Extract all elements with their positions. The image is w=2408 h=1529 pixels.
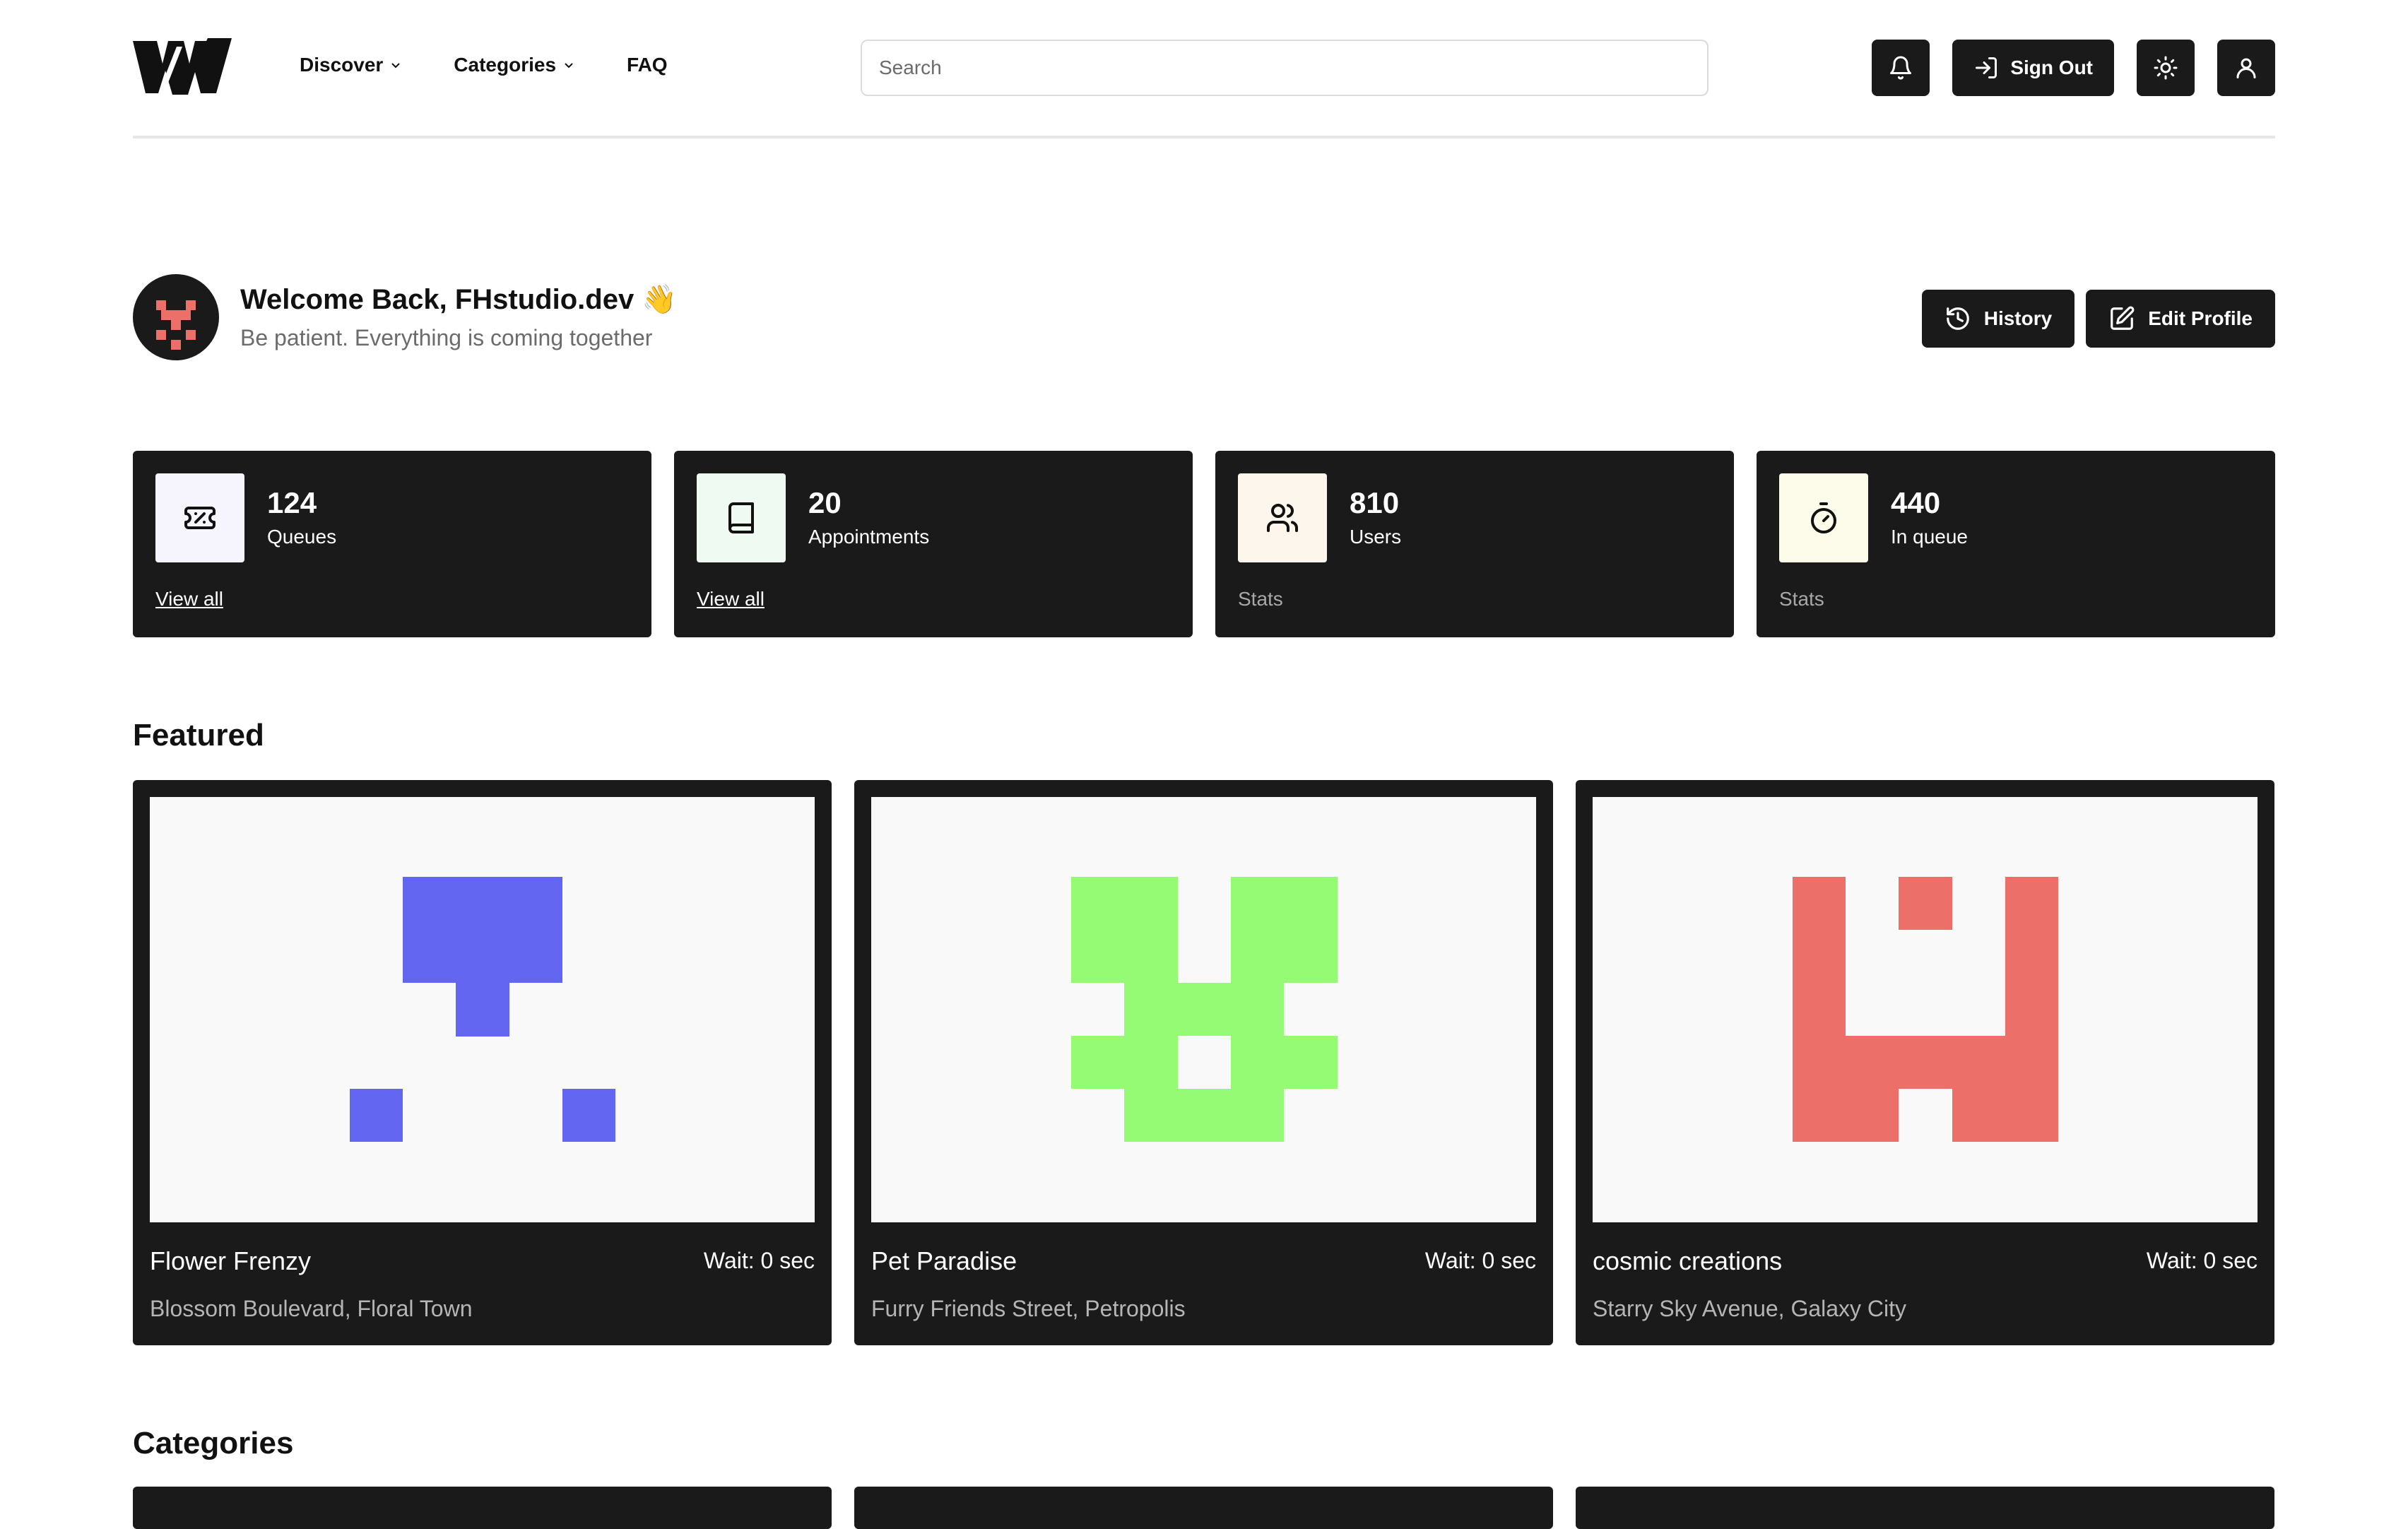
stat-value: 810 (1350, 486, 1400, 519)
stat-value: 20 (808, 486, 842, 519)
stat-icon-box (1238, 473, 1327, 562)
log-in-icon (1976, 57, 1997, 78)
pixel-art-icon (1793, 877, 2058, 1142)
card-address: Furry Friends Street, Petropolis (871, 1296, 1186, 1321)
profile-button[interactable] (2217, 40, 2275, 96)
featured-heading: Featured (133, 718, 264, 752)
nav-faq-label: FAQ (627, 54, 668, 76)
pixel-art-icon (1071, 877, 1338, 1142)
stats-row: 124 Queues View all 20 Appointments View… (133, 451, 2275, 637)
stat-card-queues: 124 Queues View all (133, 451, 651, 637)
pixel-art-icon (350, 877, 615, 1142)
featured-grid: Flower Frenzy Wait: 0 sec Blossom Boulev… (133, 780, 2275, 1345)
theme-toggle-button[interactable] (2137, 40, 2195, 96)
stat-label: Appointments (808, 526, 930, 548)
ticket-icon (184, 507, 216, 529)
featured-card[interactable]: Flower Frenzy Wait: 0 sec Blossom Boulev… (133, 780, 832, 1345)
card-title: Pet Paradise (871, 1246, 1017, 1275)
stat-icon-box (697, 473, 786, 562)
card-wait: Wait: 0 sec (1424, 1248, 1536, 1273)
top-header: Discover Categories FAQ Sig (133, 0, 2275, 138)
view-all-link[interactable]: View all (697, 588, 765, 610)
edit-profile-label: Edit Profile (2148, 307, 2253, 329)
card-title: cosmic creations (1593, 1246, 1783, 1275)
featured-card[interactable]: Pet Paradise Wait: 0 sec Furry Friends S… (854, 780, 1553, 1345)
edit-profile-button[interactable]: Edit Profile (2086, 290, 2275, 348)
welcome-title: Welcome Back, FHstudio.dev 👋 (240, 284, 678, 315)
featured-card[interactable]: cosmic creations Wait: 0 sec Starry Sky … (1576, 780, 2274, 1345)
chevron-down-icon (391, 63, 401, 69)
user-icon (2236, 58, 2256, 78)
card-title: Flower Frenzy (150, 1246, 312, 1275)
stat-footer: Stats (1779, 588, 1824, 610)
stat-value: 124 (267, 486, 317, 519)
card-wait: Wait: 0 sec (2146, 1248, 2258, 1273)
book-icon (728, 502, 754, 533)
avatar[interactable] (133, 274, 219, 360)
stat-card-appointments: 20 Appointments View all (674, 451, 1193, 637)
category-card[interactable] (133, 1487, 832, 1529)
welcome-subtitle: Be patient. Everything is coming togethe… (240, 325, 653, 350)
view-all-link[interactable]: View all (155, 588, 223, 610)
history-button[interactable]: History (1921, 290, 2075, 348)
search-input[interactable] (861, 40, 1708, 96)
stat-label: In queue (1891, 526, 1968, 548)
stat-label: Users (1350, 526, 1402, 548)
nav-categories[interactable]: Categories (454, 54, 574, 76)
bell-icon (1890, 56, 1912, 80)
stat-icon-box (155, 473, 244, 562)
header-actions: Sign Out (1872, 40, 2275, 96)
sign-out-label: Sign Out (2010, 57, 2093, 78)
chevron-down-icon (565, 63, 573, 69)
categories-grid (133, 1487, 2275, 1529)
categories-heading: Categories (133, 1426, 294, 1460)
history-icon (1946, 307, 1969, 330)
card-address: Starry Sky Avenue, Galaxy City (1593, 1296, 1907, 1321)
nav-discover-label: Discover (300, 54, 384, 76)
users-icon (1267, 504, 1298, 532)
main-nav: Discover Categories FAQ (300, 54, 668, 76)
welcome-actions: History Edit Profile (1921, 290, 2275, 348)
welcome-section: Welcome Back, FHstudio.dev 👋 Be patient.… (133, 274, 2275, 363)
card-image (150, 797, 815, 1222)
timer-icon (1811, 502, 1836, 533)
stat-label: Queues (267, 526, 337, 548)
history-label: History (1983, 307, 2053, 329)
sun-icon (2154, 56, 2178, 80)
card-image (871, 797, 1536, 1222)
edit-icon (2111, 306, 2135, 330)
stat-value: 440 (1891, 486, 1941, 519)
category-card[interactable] (854, 1487, 1553, 1529)
nav-categories-label: Categories (454, 54, 557, 76)
card-image (1593, 797, 2258, 1222)
card-address: Blossom Boulevard, Floral Town (150, 1296, 473, 1321)
avatar-pattern-icon (156, 300, 196, 350)
w-logo[interactable] (133, 37, 232, 96)
stat-icon-box (1779, 473, 1868, 562)
card-wait: Wait: 0 sec (703, 1248, 815, 1273)
category-card[interactable] (1576, 1487, 2274, 1529)
nav-faq[interactable]: FAQ (627, 54, 668, 76)
stat-card-users: 810 Users Stats (1215, 451, 1734, 637)
stat-card-in-queue: 440 In queue Stats (1757, 451, 2275, 637)
stat-footer: Stats (1238, 588, 1283, 610)
nav-discover[interactable]: Discover (300, 54, 401, 76)
sign-out-button[interactable]: Sign Out (1952, 40, 2114, 96)
notifications-button[interactable] (1872, 40, 1930, 96)
